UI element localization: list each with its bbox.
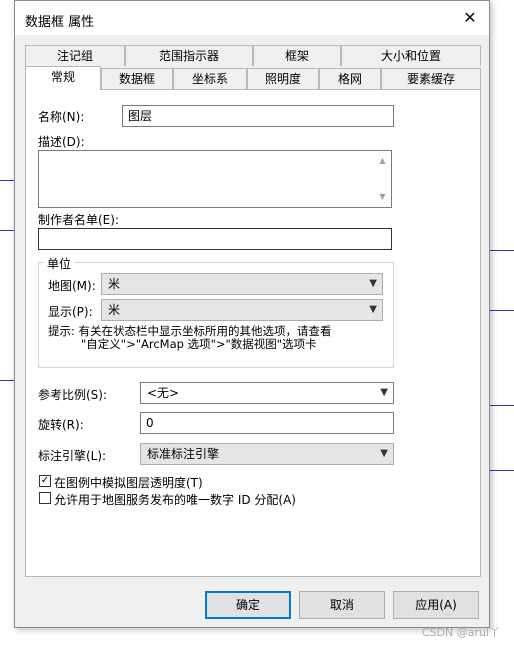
- description-scrollbar[interactable]: ▲ ▼: [375, 152, 390, 206]
- cancel-button[interactable]: 取消: [299, 591, 385, 619]
- reference-scale-combo[interactable]: <无> ▼: [140, 382, 394, 404]
- tab-data-frame[interactable]: 数据框: [101, 68, 173, 89]
- map-units-value: 米: [108, 277, 121, 291]
- map-line: [490, 310, 514, 311]
- tab-feature-cache[interactable]: 要素缓存: [381, 68, 481, 89]
- tab-annotation-groups[interactable]: 注记组: [25, 45, 125, 66]
- tab-illumination[interactable]: 照明度: [247, 68, 319, 89]
- unique-id-label: 允许用于地图服务发布的唯一数字 ID 分配(A): [54, 493, 296, 507]
- unique-id-checkbox[interactable]: [39, 492, 51, 504]
- description-textarea[interactable]: ▲ ▼: [38, 150, 392, 208]
- hint-line-2: "自定义">"ArcMap 选项">"数据视图"选项卡: [81, 337, 317, 351]
- map-line: [490, 470, 514, 471]
- display-units-select[interactable]: 米 ▼: [101, 299, 383, 321]
- general-panel: 名称(N): 图层 描述(D): ▲ ▼ 制作者名单(E): 单位 地图(M):…: [25, 89, 481, 577]
- tab-extent-indicators[interactable]: 范围指示器: [125, 45, 253, 66]
- units-group-title: 单位: [44, 255, 75, 272]
- ok-button[interactable]: 确定: [205, 591, 291, 619]
- chevron-down-icon: ▼: [380, 448, 388, 459]
- tab-grids[interactable]: 格网: [319, 68, 381, 89]
- scroll-up-icon[interactable]: ▲: [375, 154, 390, 168]
- map-units-label: 地图(M):: [48, 279, 96, 293]
- apply-button[interactable]: 应用(A): [393, 591, 479, 619]
- chevron-down-icon: ▼: [369, 278, 377, 289]
- properties-dialog: 数据框 属性 ✕ 注记组 范围指示器 框架 大小和位置 常规 数据框 坐标系 照…: [14, 0, 490, 628]
- label-engine-value: 标准标注引擎: [147, 447, 220, 461]
- simulate-transparency-checkbox[interactable]: ✓: [39, 475, 51, 487]
- watermark: CSDN @arul丫: [421, 626, 500, 639]
- name-label: 名称(N):: [38, 110, 85, 124]
- reference-scale-label: 参考比例(S):: [38, 388, 108, 402]
- map-units-select[interactable]: 米 ▼: [101, 273, 383, 295]
- checkmark-icon: ✓: [40, 475, 50, 486]
- simulate-transparency-label: 在图例中模拟图层透明度(T): [54, 476, 203, 490]
- label-engine-label: 标注引擎(L):: [38, 449, 107, 463]
- author-label: 制作者名单(E):: [38, 213, 119, 227]
- tab-frame[interactable]: 框架: [253, 45, 341, 66]
- map-line: [490, 250, 514, 251]
- display-units-value: 米: [108, 303, 121, 317]
- chevron-down-icon: ▼: [369, 304, 377, 315]
- tab-general[interactable]: 常规: [25, 66, 101, 90]
- close-icon[interactable]: ✕: [457, 7, 483, 29]
- chevron-down-icon: ▼: [380, 387, 388, 398]
- description-label: 描述(D):: [38, 135, 85, 149]
- title-bar: 数据框 属性 ✕: [15, 1, 489, 35]
- tab-size-position[interactable]: 大小和位置: [341, 45, 481, 66]
- reference-scale-value: <无>: [147, 386, 180, 400]
- name-input[interactable]: 图层: [122, 105, 394, 127]
- tab-coordinate-system[interactable]: 坐标系: [173, 68, 247, 89]
- display-units-label: 显示(P):: [48, 305, 93, 319]
- rotation-input[interactable]: 0: [140, 412, 394, 434]
- author-input[interactable]: [38, 228, 392, 250]
- units-group: 单位 地图(M): 米 ▼ 显示(P): 米 ▼ 提示: 有关在状态栏中显示坐标…: [38, 255, 394, 368]
- rotation-label: 旋转(R):: [38, 418, 84, 432]
- label-engine-select[interactable]: 标准标注引擎 ▼: [140, 443, 394, 465]
- dialog-title: 数据框 属性: [25, 15, 95, 30]
- map-line: [490, 405, 514, 406]
- scroll-down-icon[interactable]: ▼: [375, 190, 390, 204]
